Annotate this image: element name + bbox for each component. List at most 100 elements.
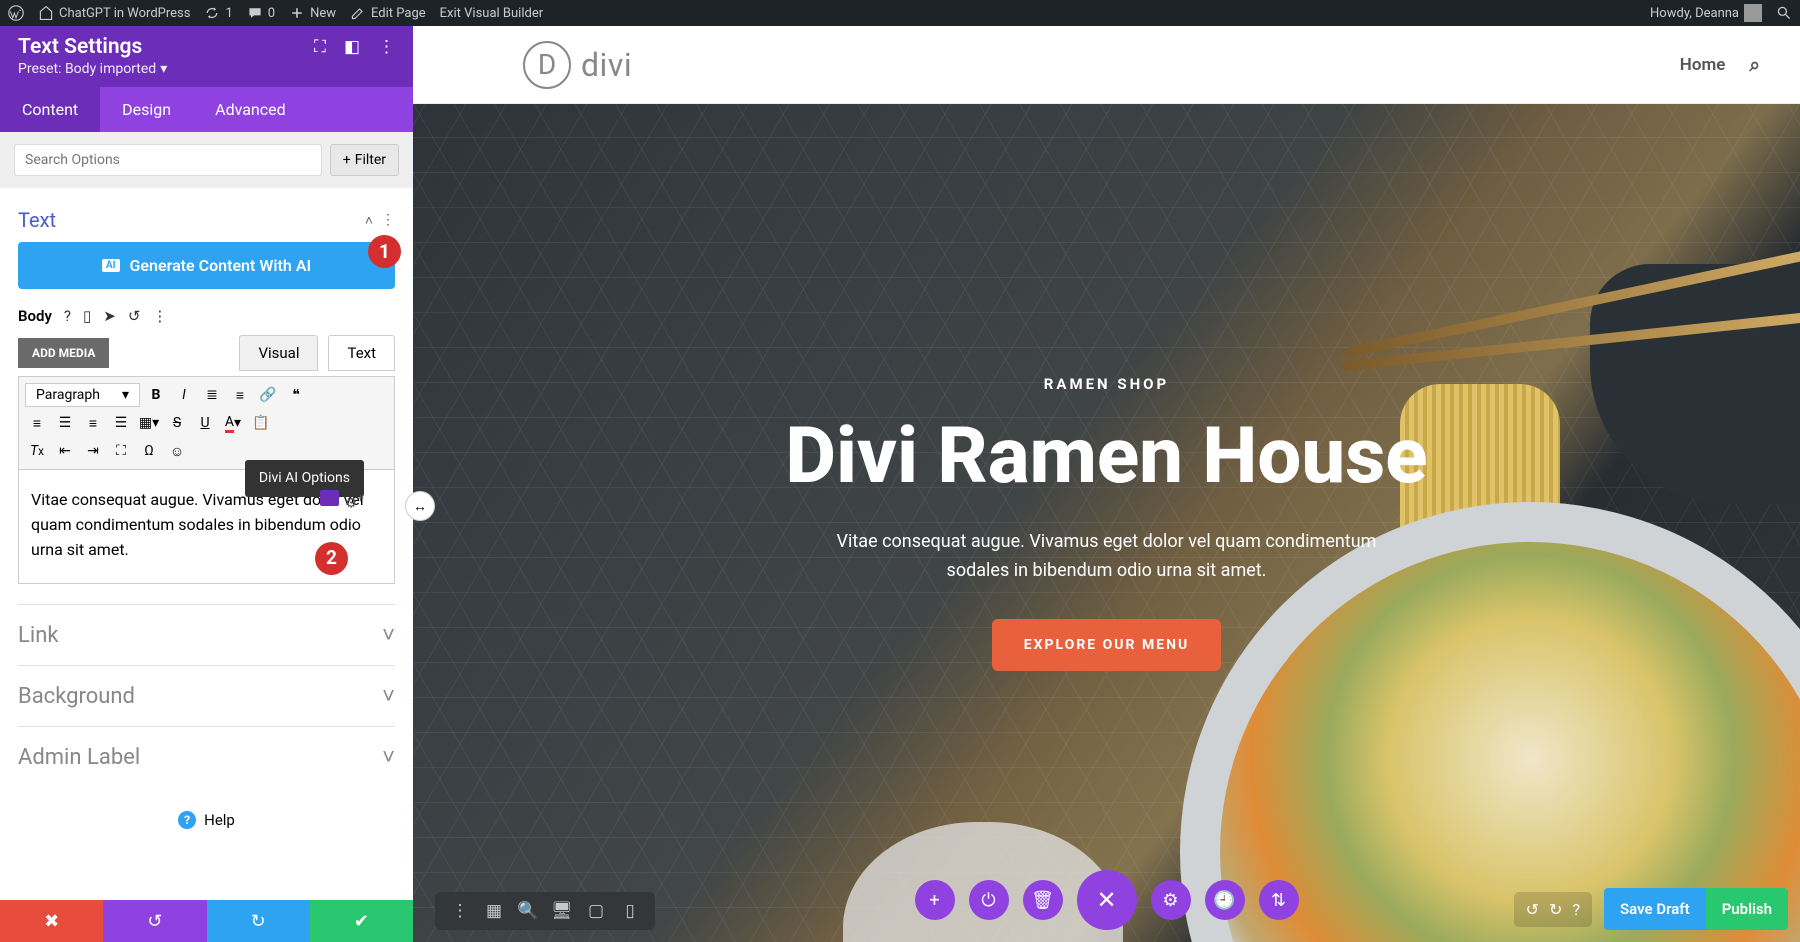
content-editor[interactable]: Divi AI Options ⚙+ Vitae consequat augue…	[18, 470, 395, 584]
cancel-button[interactable]: ✖	[0, 900, 103, 942]
exit-visual-builder-link[interactable]: Exit Visual Builder	[440, 6, 543, 21]
site-logo[interactable]: D divi	[523, 41, 632, 89]
admin-search-icon[interactable]	[1776, 5, 1792, 21]
tab-content[interactable]: Content	[0, 87, 100, 132]
accordion-admin-label[interactable]: Admin Label˅	[18, 726, 395, 787]
accordion-link[interactable]: Link˅	[18, 604, 395, 665]
generate-content-ai-button[interactable]: AI Generate Content With AI	[18, 242, 395, 289]
align-center-icon[interactable]: ☰	[53, 411, 77, 435]
italic-icon[interactable]: I	[172, 383, 196, 407]
hero-cta-button[interactable]: EXPLORE OUR MENU	[992, 619, 1221, 671]
preset-selector[interactable]: Preset: Body imported▾	[0, 61, 413, 87]
hero-eyebrow: RAMEN SHOP	[1044, 375, 1169, 393]
ol-icon[interactable]: ≡	[228, 383, 252, 407]
undo-page-icon[interactable]: ↺	[1526, 900, 1539, 919]
help-icon[interactable]: ?	[1572, 900, 1580, 919]
wireframe-icon[interactable]: ▦	[483, 901, 505, 921]
panel-resize-handle[interactable]: ↔	[405, 491, 435, 521]
phone-icon[interactable]: ▯	[619, 901, 641, 921]
more-icon[interactable]: ⋮	[378, 37, 395, 57]
chevron-down-icon: ▾	[122, 387, 129, 403]
trash-icon[interactable]: 🗑	[1023, 880, 1063, 920]
site-name-link[interactable]: ChatGPT in WordPress	[38, 5, 190, 21]
settings-sidebar: Text Settings ⛶ ◧ ⋮ Preset: Body importe…	[0, 26, 413, 942]
more-icon[interactable]: ⋮	[152, 307, 167, 325]
search-input[interactable]	[14, 144, 322, 176]
redo-button[interactable]: ↻	[207, 900, 310, 942]
quote-icon[interactable]: ❝	[284, 383, 308, 407]
help-icon[interactable]: ?	[64, 307, 71, 325]
updates-link[interactable]: 1	[204, 5, 232, 21]
redo-page-icon[interactable]: ↻	[1549, 900, 1562, 919]
hero-section[interactable]: RAMEN SHOP Divi Ramen House Vitae conseq…	[413, 104, 1800, 942]
tab-design[interactable]: Design	[100, 87, 193, 132]
plus-icon: +	[343, 152, 351, 168]
save-draft-button[interactable]: Save Draft	[1604, 888, 1706, 930]
link-icon[interactable]: 🔗	[256, 383, 280, 407]
paste-icon[interactable]: 📋	[249, 411, 273, 435]
table-icon[interactable]: ▦▾	[137, 411, 161, 435]
add-section-button[interactable]: +	[915, 880, 955, 920]
phone-icon[interactable]: ▯	[83, 307, 91, 325]
align-left-icon[interactable]: ≡	[25, 411, 49, 435]
fullscreen-icon[interactable]: ⛶	[109, 439, 133, 463]
help-icon: ?	[178, 811, 196, 829]
tab-advanced[interactable]: Advanced	[193, 87, 308, 132]
underline-icon[interactable]: U	[193, 411, 217, 435]
wp-logo-icon[interactable]	[8, 5, 24, 21]
history-icon[interactable]: 🕘	[1205, 880, 1245, 920]
emoji-icon[interactable]: ☺	[165, 439, 189, 463]
accordion-background[interactable]: Background˅	[18, 665, 395, 726]
expand-icon[interactable]: ⛶	[314, 37, 326, 57]
snap-icon[interactable]: ◧	[344, 37, 360, 57]
text-color-icon[interactable]: A▾	[221, 411, 245, 435]
special-char-icon[interactable]: Ω	[137, 439, 161, 463]
indent-icon[interactable]: ⇥	[81, 439, 105, 463]
visual-tab[interactable]: Visual	[239, 335, 318, 371]
desktop-icon[interactable]: 🖥	[551, 901, 573, 921]
chevron-down-icon: ˅	[382, 683, 395, 709]
editor-toolbar: Paragraph▾ B I ≣ ≡ 🔗 ❝ ≡ ☰ ≡ ☰ ▦▾	[18, 376, 395, 470]
align-right-icon[interactable]: ≡	[81, 411, 105, 435]
publish-button[interactable]: Publish	[1706, 888, 1788, 930]
hero-title: Divi Ramen House	[785, 411, 1427, 502]
logo-text: divi	[581, 46, 632, 84]
annotation-2: 2	[315, 542, 348, 575]
text-tab[interactable]: Text	[328, 335, 395, 371]
search-icon[interactable]: ⌕	[1749, 53, 1760, 76]
confirm-button[interactable]: ✔	[310, 900, 413, 942]
edit-page-link[interactable]: Edit Page	[350, 5, 426, 21]
wp-admin-bar: ChatGPT in WordPress 1 0 New Edit Page E…	[0, 0, 1800, 26]
help-link[interactable]: ?Help	[18, 787, 395, 853]
undo-icon[interactable]: ↺	[128, 307, 141, 325]
settings-icon[interactable]: ⚙	[1151, 880, 1191, 920]
preview-canvas: D divi Home ⌕ RAMEN SHOP Divi Ramen Hous…	[413, 26, 1800, 942]
outdent-icon[interactable]: ⇤	[53, 439, 77, 463]
more-icon[interactable]: ⋮	[449, 901, 471, 921]
nav-home-link[interactable]: Home	[1680, 55, 1726, 75]
filter-button[interactable]: +Filter	[330, 144, 399, 176]
swap-icon[interactable]: ⇅	[1259, 880, 1299, 920]
hero-subtitle: Vitae consequat augue. Vivamus eget dolo…	[826, 528, 1386, 586]
greeting[interactable]: Howdy, Deanna	[1650, 4, 1762, 22]
clear-format-icon[interactable]: Tx	[25, 439, 49, 463]
format-select[interactable]: Paragraph▾	[25, 383, 140, 407]
ul-icon[interactable]: ≣	[200, 383, 224, 407]
comments-link[interactable]: 0	[247, 5, 275, 21]
more-icon[interactable]: ⋮	[381, 212, 395, 229]
tablet-icon[interactable]: ▢	[585, 901, 607, 921]
zoom-icon[interactable]: 🔍	[517, 901, 539, 921]
cursor-icon[interactable]: ➤	[103, 307, 116, 325]
undo-button[interactable]: ↺	[103, 900, 206, 942]
new-link[interactable]: New	[289, 5, 336, 21]
view-mode-toolbar: ⋮ ▦ 🔍 🖥 ▢ ▯	[435, 892, 655, 930]
align-justify-icon[interactable]: ☰	[109, 411, 133, 435]
add-media-button[interactable]: ADD MEDIA	[18, 338, 109, 368]
section-header-text[interactable]: Text ˄⋮	[18, 198, 395, 242]
strike-icon[interactable]: S	[165, 411, 189, 435]
power-icon[interactable]: ⏻	[969, 880, 1009, 920]
divi-ai-chip-icon[interactable]	[320, 490, 339, 506]
close-builder-button[interactable]: ✕	[1077, 870, 1137, 930]
ai-settings-icon[interactable]: ⚙+	[345, 490, 364, 515]
bold-icon[interactable]: B	[144, 383, 168, 407]
